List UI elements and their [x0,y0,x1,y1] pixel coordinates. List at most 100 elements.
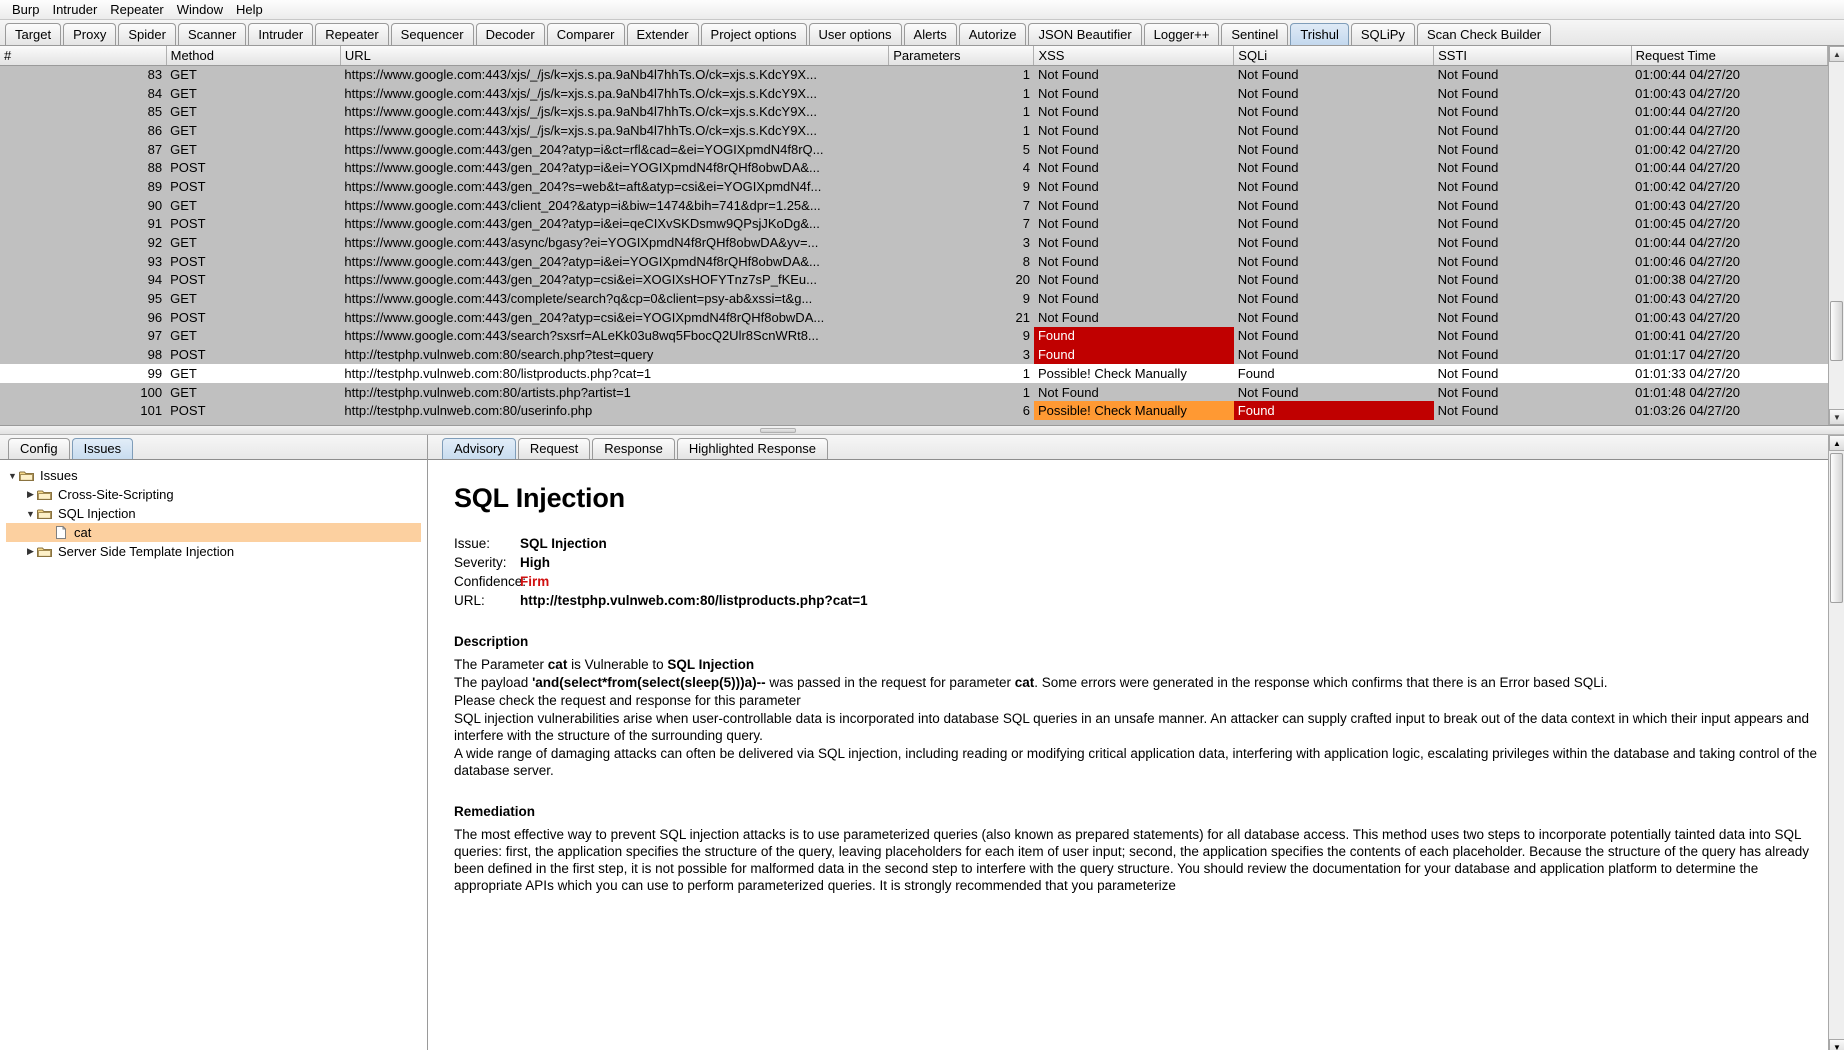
tab-intruder[interactable]: Intruder [248,23,313,45]
chevron-down-icon[interactable]: ▼ [6,471,19,481]
description-paragraph-2: A wide range of damaging attacks can oft… [454,745,1818,779]
tree-node[interactable]: ▼SQL Injection [6,504,427,523]
tab-config[interactable]: Config [8,438,70,459]
tab-alerts[interactable]: Alerts [904,23,957,45]
tab-highlighted-response[interactable]: Highlighted Response [677,438,828,459]
scrollbar-thumb[interactable] [1830,301,1843,361]
cell-url: http://testphp.vulnweb.com:80/listproduc… [340,364,888,383]
tree-node[interactable]: ▼Issues [6,466,427,485]
chevron-right-icon[interactable]: ▶ [24,546,37,557]
splitter-grip[interactable] [760,428,796,433]
tab-json-beautifier[interactable]: JSON Beautifier [1028,23,1141,45]
column-header-parameters[interactable]: Parameters [889,46,1034,65]
table-row[interactable]: 83GEThttps://www.google.com:443/xjs/_/js… [0,65,1828,84]
table-row[interactable]: 87GEThttps://www.google.com:443/gen_204?… [0,140,1828,159]
cell-ssti: Not Found [1434,121,1632,140]
table-row[interactable]: 96POSThttps://www.google.com:443/gen_204… [0,308,1828,327]
tab-user-options[interactable]: User options [809,23,902,45]
cell-request-time: 01:00:44 04/27/20 [1631,233,1827,252]
menu-item-repeater[interactable]: Repeater [104,0,170,19]
column-header-sqli[interactable]: SQLi [1234,46,1434,65]
tab-project-options[interactable]: Project options [701,23,807,45]
menu-item-window[interactable]: Window [171,0,230,19]
table-vertical-scrollbar[interactable]: ▲ ▼ [1828,46,1844,425]
tab-proxy[interactable]: Proxy [63,23,116,45]
table-row[interactable]: 86GEThttps://www.google.com:443/xjs/_/js… [0,121,1828,140]
tab-scanner[interactable]: Scanner [178,23,246,45]
table-row[interactable]: 91POSThttps://www.google.com:443/gen_204… [0,215,1828,234]
table-row[interactable]: 94POSThttps://www.google.com:443/gen_204… [0,271,1828,290]
tab-response[interactable]: Response [592,438,675,459]
tab-advisory[interactable]: Advisory [442,438,516,459]
table-row[interactable]: 85GEThttps://www.google.com:443/xjs/_/js… [0,102,1828,121]
advisory-scroll-up-arrow-icon[interactable]: ▲ [1829,435,1844,451]
tab-autorize[interactable]: Autorize [959,23,1027,45]
column-header-ssti[interactable]: SSTI [1434,46,1632,65]
desc-1-mid: is Vulnerable to [567,657,667,672]
table-row[interactable]: 89POSThttps://www.google.com:443/gen_204… [0,177,1828,196]
column-header-xss[interactable]: XSS [1034,46,1234,65]
tab-trishul[interactable]: Trishul [1290,23,1349,45]
tab-request[interactable]: Request [518,438,590,459]
table-row[interactable]: 98POSThttp://testphp.vulnweb.com:80/sear… [0,345,1828,364]
tab-sentinel[interactable]: Sentinel [1221,23,1288,45]
table-row[interactable]: 93POSThttps://www.google.com:443/gen_204… [0,252,1828,271]
horizontal-splitter[interactable] [0,426,1844,435]
chevron-down-icon[interactable]: ▼ [24,509,37,519]
column-header-url[interactable]: URL [340,46,888,65]
cell-sqli: Not Found [1234,215,1434,234]
cell-number: 90 [0,196,166,215]
cell-url: https://www.google.com:443/xjs/_/js/k=xj… [340,84,888,103]
chevron-right-icon[interactable]: ▶ [24,489,37,500]
tab-decoder[interactable]: Decoder [476,23,545,45]
tab-repeater[interactable]: Repeater [315,23,388,45]
cell-xss: Possible! Check Manually [1034,401,1234,420]
meta-label-severity: Severity: [454,554,520,571]
cell-url: https://www.google.com:443/gen_204?atyp=… [340,158,888,177]
cell-number: 99 [0,364,166,383]
cell-sqli: Found [1234,401,1434,420]
table-row[interactable]: 90GEThttps://www.google.com:443/client_2… [0,196,1828,215]
menu-item-burp[interactable]: Burp [6,0,46,19]
column-header-number[interactable]: # [0,46,166,65]
cell-url: http://testphp.vulnweb.com:80/search.php… [340,345,888,364]
table-row[interactable]: 99GEThttp://testphp.vulnweb.com:80/listp… [0,364,1828,383]
folder-icon [37,546,54,558]
advisory-scroll-down-arrow-icon[interactable]: ▼ [1829,1039,1844,1050]
tab-extender[interactable]: Extender [627,23,699,45]
table-row[interactable]: 100GEThttp://testphp.vulnweb.com:80/arti… [0,383,1828,402]
scroll-down-arrow-icon[interactable]: ▼ [1829,409,1844,425]
tab-logger-plus[interactable]: Logger++ [1144,23,1220,45]
tree-node[interactable]: ▶Server Side Template Injection [6,542,427,561]
tab-issues[interactable]: Issues [72,438,134,459]
table-row[interactable]: 92GEThttps://www.google.com:443/async/bg… [0,233,1828,252]
column-header-request-time[interactable]: Request Time [1631,46,1827,65]
menu-item-help[interactable]: Help [230,0,270,19]
cell-number: 94 [0,271,166,290]
cell-xss: Not Found [1034,308,1234,327]
tab-spider[interactable]: Spider [118,23,176,45]
tab-comparer[interactable]: Comparer [547,23,625,45]
cell-url: https://www.google.com:443/xjs/_/js/k=xj… [340,102,888,121]
table-row[interactable]: 84GEThttps://www.google.com:443/xjs/_/js… [0,84,1828,103]
cell-method: GET [166,327,340,346]
table-row[interactable]: 101POSThttp://testphp.vulnweb.com:80/use… [0,401,1828,420]
column-header-method[interactable]: Method [166,46,340,65]
advisory-vertical-scrollbar[interactable]: ▲ ▼ [1828,435,1844,1050]
tab-target[interactable]: Target [5,23,61,45]
description-heading: Description [454,633,1818,650]
cell-url: https://www.google.com:443/gen_204?atyp=… [340,140,888,159]
advisory-scrollbar-thumb[interactable] [1830,453,1843,603]
tab-sqlipy[interactable]: SQLiPy [1351,23,1415,45]
table-row[interactable]: 97GEThttps://www.google.com:443/search?s… [0,327,1828,346]
tree-node[interactable]: cat [6,523,421,542]
table-row[interactable]: 95GEThttps://www.google.com:443/complete… [0,289,1828,308]
table-row[interactable]: 88POSThttps://www.google.com:443/gen_204… [0,158,1828,177]
tree-node[interactable]: ▶Cross-Site-Scripting [6,485,427,504]
scroll-up-arrow-icon[interactable]: ▲ [1829,46,1844,62]
tab-sequencer[interactable]: Sequencer [391,23,474,45]
tab-scan-check-builder[interactable]: Scan Check Builder [1417,23,1551,45]
cell-method: GET [166,65,340,84]
menu-item-intruder[interactable]: Intruder [46,0,104,19]
cell-number: 97 [0,327,166,346]
